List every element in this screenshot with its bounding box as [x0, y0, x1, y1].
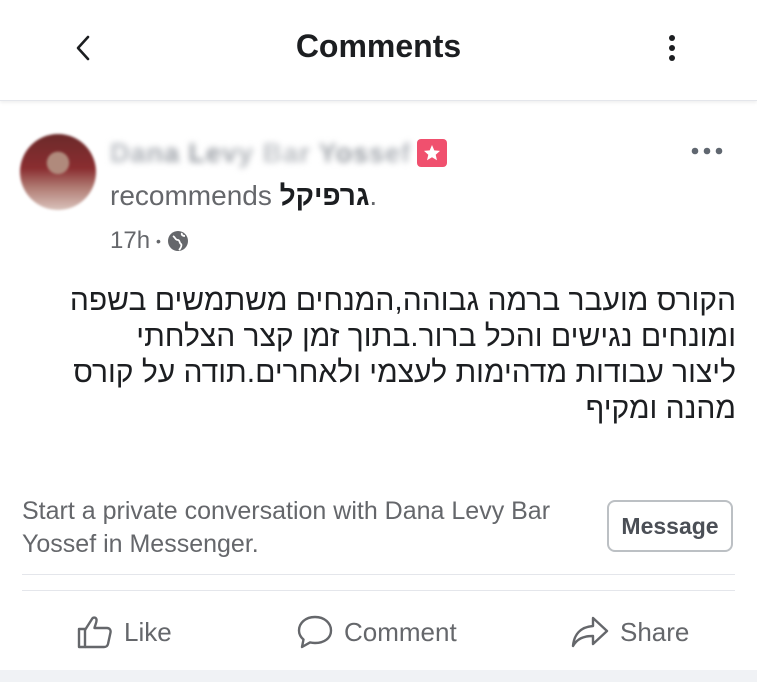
recommendation-line: recommends גרפיקל. — [110, 180, 377, 212]
share-label: Share — [620, 616, 690, 647]
divider — [22, 590, 735, 591]
ellipsis-horizontal-icon — [691, 147, 723, 155]
action-bar: Like Comment Share — [0, 600, 757, 666]
post-meta: 17h • — [110, 226, 189, 256]
share-arrow-icon — [571, 616, 609, 648]
review-line: מהנה ומקיף — [585, 392, 736, 425]
review-text: הקורס מועבר ברמה גבוהה,המנחים משתמשים בש… — [22, 283, 736, 427]
like-label: Like — [124, 616, 172, 647]
comment-button[interactable]: Comment — [296, 610, 457, 654]
author-name[interactable]: Dana Levy Bar Yossef — [110, 138, 411, 169]
author-row: Dana Levy Bar Yossef — [110, 136, 448, 170]
avatar[interactable] — [20, 134, 96, 210]
review-line: ליצור עבודות מדהימות לעצמי ולאחרים.תודה … — [73, 356, 736, 389]
review-line: הקורס מועבר ברמה גבוהה,המנחים משתמשים בש… — [69, 284, 736, 317]
top-bar: Comments — [0, 0, 757, 101]
messenger-prompt: Start a private conversation with Dana L… — [22, 497, 551, 558]
post-more-button[interactable] — [682, 134, 732, 168]
recommends-verb: recommends — [110, 180, 272, 211]
kebab-vertical-icon — [669, 35, 675, 61]
timestamp[interactable]: 17h — [110, 227, 150, 255]
share-button[interactable]: Share — [570, 610, 689, 654]
more-options-button[interactable] — [650, 26, 694, 70]
comment-bubble-icon — [297, 615, 333, 649]
star-badge-icon — [417, 139, 448, 167]
thumbs-up-icon — [77, 616, 112, 649]
message-button[interactable]: Message — [607, 500, 733, 552]
globe-icon — [167, 231, 188, 251]
review-line: ומונחים נגישים והכל ברור.בתוך זמן קצר הצ… — [136, 320, 736, 353]
separator: • — [156, 233, 161, 249]
bottom-separator — [0, 670, 757, 682]
like-button[interactable]: Like — [76, 610, 172, 654]
page-name-link[interactable]: גרפיקל — [280, 180, 370, 211]
trailing-punct: . — [369, 180, 378, 211]
divider — [22, 574, 735, 575]
comment-label: Comment — [344, 616, 457, 647]
page-title: Comments — [295, 28, 462, 64]
